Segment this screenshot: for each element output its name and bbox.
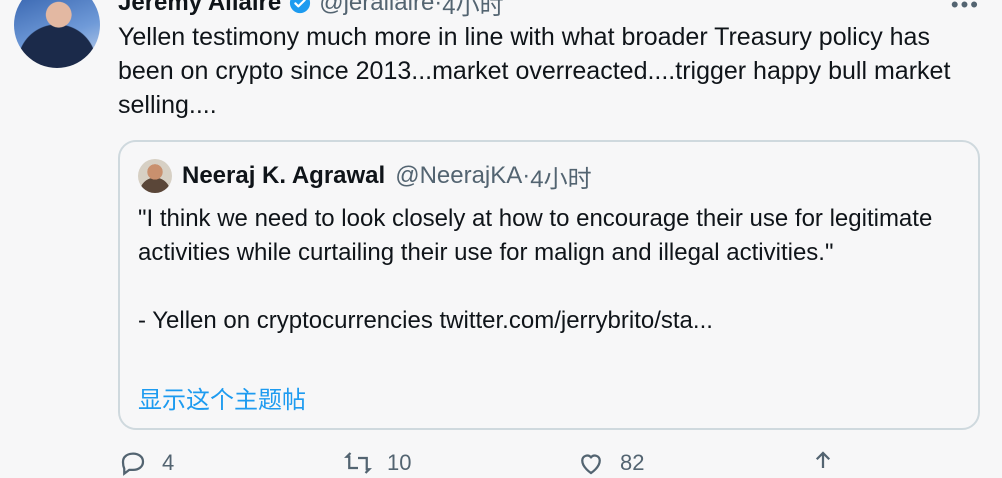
retweet-count: 10 [387, 450, 412, 475]
reply-button[interactable]: 4 [118, 448, 174, 478]
quoted-tweet[interactable]: Neeraj K. Agrawal @NeerajKA · 4小时 "I thi… [118, 140, 980, 430]
heart-icon [581, 454, 601, 475]
quoted-author-avatar [138, 159, 172, 193]
author-avatar[interactable] [14, 0, 100, 68]
verified-badge-icon [290, 0, 311, 14]
quoted-timestamp: 4小时 [530, 165, 592, 193]
tweet-text: Yellen testimony much more in line with … [118, 23, 951, 119]
header-separator: · [434, 0, 443, 16]
show-thread-link[interactable]: 显示这个主题帖 [138, 380, 306, 415]
quoted-tweet-header: Neeraj K. Agrawal @NeerajKA · 4小时 [182, 159, 592, 193]
author-handle[interactable]: @jerallaire [319, 0, 434, 17]
retweet-icon [344, 452, 372, 474]
reply-icon [121, 452, 145, 476]
reply-count: 4 [162, 450, 175, 475]
tweet-header: Jeremy Allaire @jerallaire · 4小时 [118, 0, 504, 21]
retweet-button[interactable]: 10 [343, 448, 411, 478]
like-count: 82 [620, 450, 645, 475]
author-name[interactable]: Jeremy Allaire [118, 0, 281, 17]
like-button[interactable]: 82 [576, 448, 644, 478]
tweet-actions: 4 10 82 [118, 448, 878, 476]
quoted-separator: · [522, 162, 531, 189]
tweet-timestamp[interactable]: 4小时 [442, 0, 503, 21]
quoted-tweet-text: "I think we need to look closely at how … [138, 205, 933, 334]
quoted-author-handle: @NeerajKA [395, 162, 523, 189]
share-icon [815, 451, 831, 468]
share-button[interactable] [808, 448, 838, 478]
quoted-author-name: Neeraj K. Agrawal [182, 162, 386, 189]
more-icon[interactable]: ••• [951, 0, 980, 18]
